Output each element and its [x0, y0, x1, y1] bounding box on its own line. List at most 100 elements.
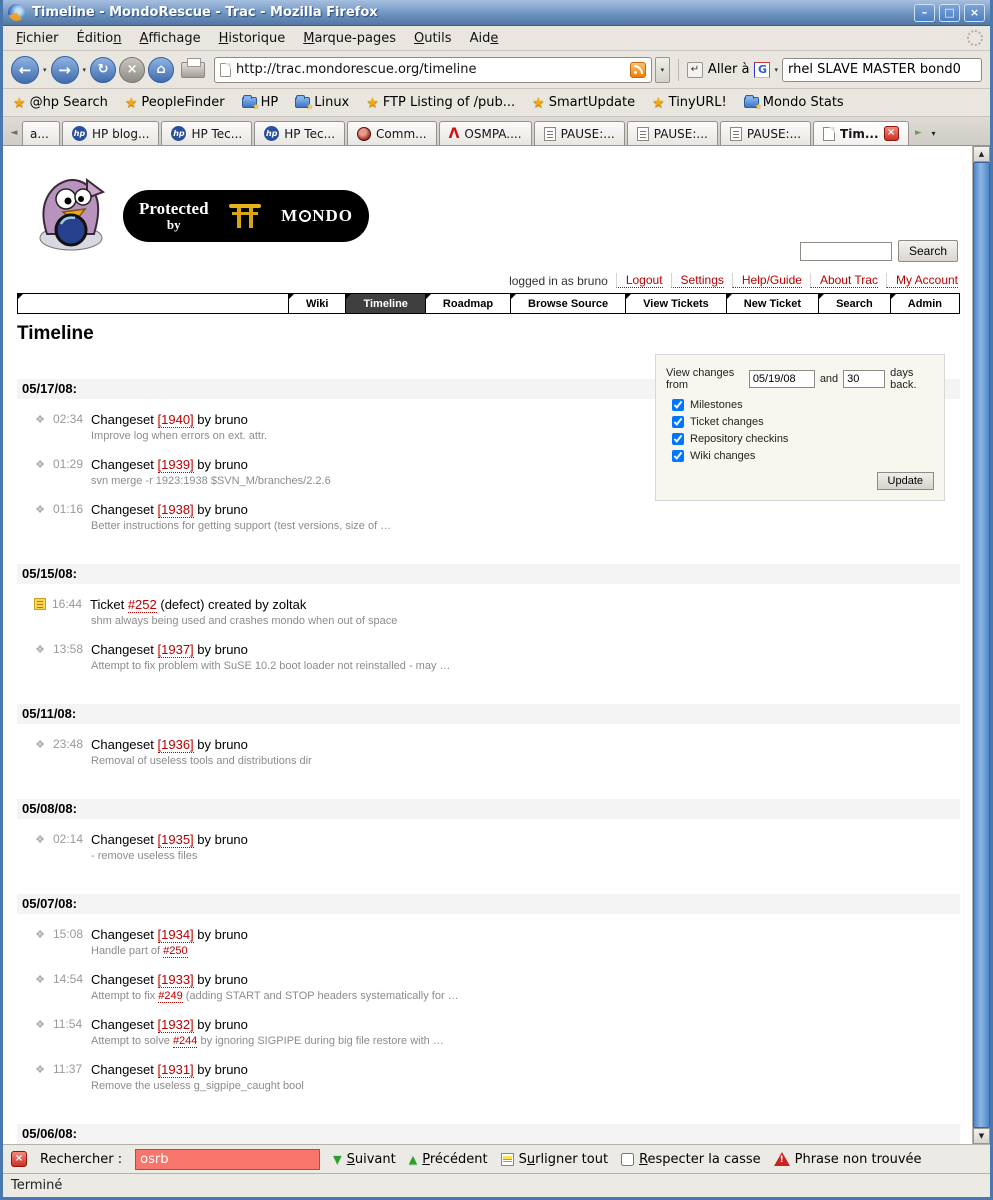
metanav-about-trac[interactable]: About Trac — [810, 273, 878, 288]
milestones-checkbox[interactable] — [672, 399, 684, 411]
changeset-link[interactable]: [1940] — [158, 412, 194, 428]
find-input[interactable] — [135, 1149, 320, 1170]
tab-a[interactable]: a... — [22, 121, 60, 145]
mondorescue-penguin-logo[interactable] — [27, 172, 115, 257]
back-button[interactable]: ← — [11, 56, 39, 84]
changeset-link[interactable]: [1937] — [158, 642, 194, 658]
metanav-help-guide[interactable]: Help/Guide — [732, 273, 802, 288]
nav-wiki[interactable]: Wiki — [288, 293, 347, 314]
ticket-changes-row[interactable]: Ticket changes — [672, 416, 934, 428]
nav-roadmap[interactable]: Roadmap — [425, 293, 511, 314]
nav-view-tickets[interactable]: View Tickets — [625, 293, 727, 314]
match-case-checkbox[interactable] — [621, 1153, 634, 1166]
find-next-button[interactable]: ▼Suivant — [333, 1152, 396, 1167]
go-icon[interactable]: ↵ — [687, 62, 703, 78]
scroll-down-icon[interactable]: ▼ — [973, 1128, 990, 1144]
bookmark-linux-folder[interactable]: Linux — [295, 95, 349, 110]
ticket-ref-link[interactable]: #249 — [158, 990, 182, 1003]
update-button[interactable]: Update — [877, 472, 934, 490]
match-case-toggle[interactable]: Respecter la casse — [621, 1152, 761, 1167]
bookmark-ftp-listing[interactable]: ★FTP Listing of /pub... — [366, 95, 515, 111]
google-icon[interactable]: G — [754, 62, 770, 78]
close-button[interactable]: × — [964, 4, 985, 22]
ticket-ref-link[interactable]: #244 — [173, 1035, 197, 1048]
changeset-link[interactable]: [1932] — [158, 1017, 194, 1033]
forward-history-dropdown[interactable]: ▾ — [82, 66, 88, 74]
bookmark-hp-search[interactable]: ★@hp Search — [13, 95, 108, 111]
forward-button[interactable]: → — [51, 56, 79, 84]
changeset-link[interactable]: [1933] — [158, 972, 194, 988]
find-close-button[interactable]: × — [11, 1151, 27, 1167]
scrollbar[interactable]: ▲ ▼ — [972, 146, 990, 1144]
wiki-changes-row[interactable]: Wiki changes — [672, 450, 934, 462]
search-engine-dropdown[interactable]: ▾ — [773, 66, 779, 74]
reload-button[interactable]: ↻ — [90, 57, 116, 83]
tab-scroll-right[interactable]: ► — [911, 121, 927, 145]
repository-checkins-row[interactable]: Repository checkins — [672, 433, 934, 445]
tab-hp-tec-1[interactable]: hpHP Tec... — [161, 121, 252, 145]
tab-pause-2[interactable]: PAUSE:... — [627, 121, 718, 145]
tab-pause-3[interactable]: PAUSE:... — [720, 121, 811, 145]
back-history-dropdown[interactable]: ▾ — [42, 66, 48, 74]
menu-edition[interactable]: Édition — [68, 28, 131, 49]
metanav-my-account[interactable]: My Account — [886, 273, 958, 288]
find-previous-button[interactable]: ▲Précédent — [409, 1152, 488, 1167]
tab-timeline-active[interactable]: Tim...× — [813, 121, 908, 145]
bookmark-mondo-stats-folder[interactable]: Mondo Stats — [744, 95, 844, 110]
wiki-changes-checkbox[interactable] — [672, 450, 684, 462]
tab-hp-tec-2[interactable]: hpHP Tec... — [254, 121, 345, 145]
scrollbar-thumb[interactable] — [973, 162, 990, 1128]
rss-feed-icon[interactable] — [630, 62, 646, 78]
changeset-link[interactable]: [1939] — [158, 457, 194, 473]
bookmark-hp-folder[interactable]: HP — [242, 95, 279, 110]
highlight-all-button[interactable]: Surligner tout — [501, 1152, 608, 1167]
minimize-button[interactable]: – — [914, 4, 935, 22]
go-button[interactable]: Aller à — [706, 62, 752, 77]
metanav-settings[interactable]: Settings — [671, 273, 724, 288]
tab-osmpa[interactable]: ΛOSMPA.... — [439, 121, 532, 145]
metanav-logout[interactable]: Logout — [616, 273, 663, 288]
stop-button[interactable]: × — [119, 57, 145, 83]
tab-comm[interactable]: Comm... — [347, 121, 437, 145]
nav-timeline[interactable]: Timeline — [345, 293, 425, 314]
ticket-changes-checkbox[interactable] — [672, 416, 684, 428]
nav-search[interactable]: Search — [818, 293, 891, 314]
tab-list-dropdown[interactable]: ▾ — [927, 121, 941, 145]
menu-affichage[interactable]: Affichage — [131, 28, 210, 49]
changeset-link[interactable]: [1938] — [158, 502, 194, 518]
tab-close-icon[interactable]: × — [884, 126, 899, 141]
changeset-link[interactable]: [1934] — [158, 927, 194, 943]
menu-outils[interactable]: Outils — [405, 28, 461, 49]
milestones-row[interactable]: Milestones — [672, 399, 934, 411]
url-history-dropdown[interactable]: ▾ — [655, 57, 670, 83]
menu-historique[interactable]: Historique — [210, 28, 295, 49]
trac-search-button[interactable]: Search — [898, 240, 958, 262]
nav-new-ticket[interactable]: New Ticket — [726, 293, 819, 314]
ticket-ref-link[interactable]: #250 — [163, 945, 187, 958]
tab-pause-1[interactable]: PAUSE:... — [534, 121, 625, 145]
tab-hp-blog[interactable]: hpHP blog... — [62, 121, 159, 145]
nav-admin[interactable]: Admin — [890, 293, 960, 314]
date-from-input[interactable] — [749, 370, 815, 388]
web-search-input[interactable] — [782, 58, 982, 82]
menu-marque-pages[interactable]: Marque-pages — [294, 28, 405, 49]
home-button[interactable]: ⌂ — [148, 57, 174, 83]
menu-aide[interactable]: Aide — [461, 28, 508, 49]
nav-browse-source[interactable]: Browse Source — [510, 293, 626, 314]
bookmark-tinyurl[interactable]: ★TinyURL! — [652, 95, 727, 111]
menu-fichier[interactable]: Fichier — [7, 28, 68, 49]
tab-scroll-left[interactable]: ◄ — [6, 121, 22, 145]
bookmark-peoplefinder[interactable]: ★PeopleFinder — [125, 95, 225, 111]
scroll-up-icon[interactable]: ▲ — [973, 146, 990, 162]
ticket-link[interactable]: #252 — [128, 597, 157, 613]
trac-search-input[interactable] — [800, 242, 892, 261]
url-input[interactable] — [236, 62, 625, 77]
days-back-input[interactable] — [843, 370, 885, 388]
changeset-link[interactable]: [1936] — [158, 737, 194, 753]
repository-checkins-checkbox[interactable] — [672, 433, 684, 445]
bookmark-smartupdate[interactable]: ★SmartUpdate — [532, 95, 635, 111]
changeset-link[interactable]: [1931] — [158, 1062, 194, 1078]
print-button[interactable] — [181, 62, 205, 78]
maximize-button[interactable]: □ — [939, 4, 960, 22]
changeset-link[interactable]: [1935] — [158, 832, 194, 848]
